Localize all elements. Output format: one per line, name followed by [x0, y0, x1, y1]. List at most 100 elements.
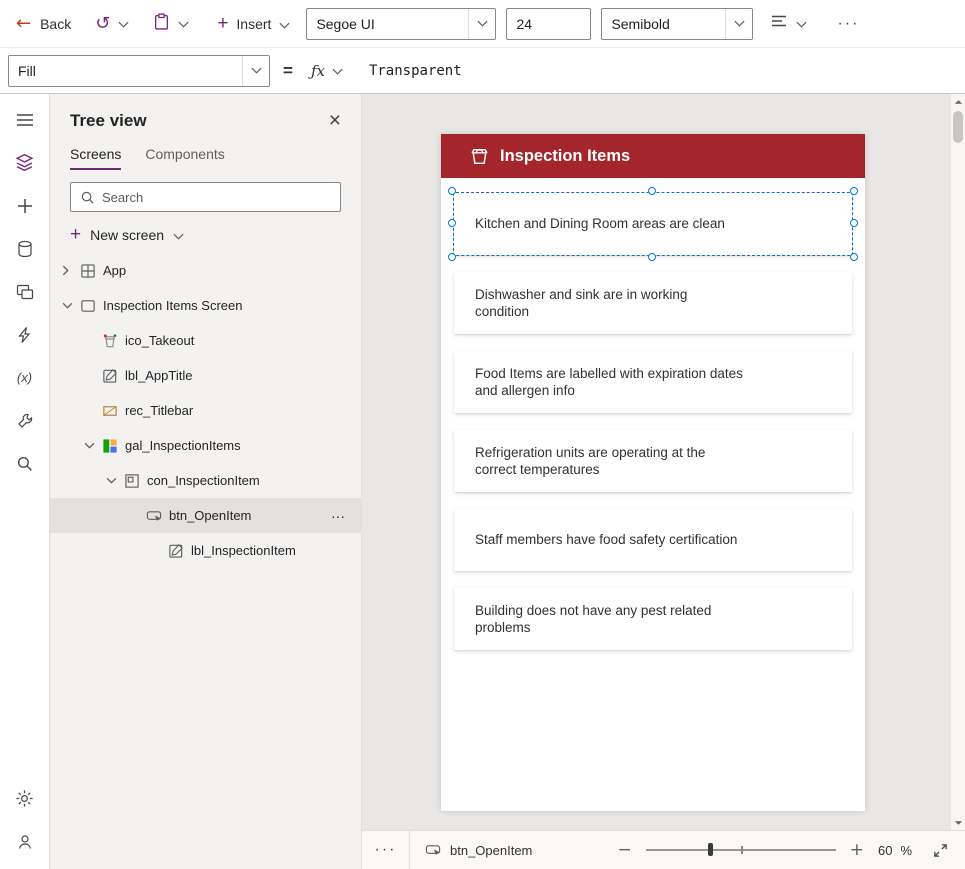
media-panel-button[interactable] [0, 270, 50, 313]
button-icon [146, 508, 169, 524]
tree-item-inspection-items-screen[interactable]: Inspection Items Screen [50, 288, 361, 323]
undo-icon[interactable]: ↺ [95, 14, 110, 33]
tree-item-more-button[interactable]: ··· [331, 508, 345, 524]
tree-view-button[interactable] [0, 141, 50, 184]
tree-item-ico-takeout[interactable]: ico_Takeout [50, 323, 361, 358]
expand-icon [934, 843, 947, 857]
selection-handle[interactable] [448, 253, 456, 261]
scroll-up-icon[interactable] [951, 94, 965, 109]
tab-components[interactable]: Components [145, 146, 224, 170]
zoom-slider-center-tick [740, 846, 743, 854]
property-dropdown[interactable]: Fill [8, 54, 270, 87]
app-screen-preview: Inspection Items Kitchen and Dining Room… [441, 134, 865, 811]
property-chevron-icon [242, 55, 269, 86]
scrollbar-thumb[interactable] [953, 111, 963, 143]
font-weight-dropdown[interactable]: Semibold [601, 7, 754, 40]
power-automate-button[interactable] [0, 313, 50, 356]
paste-icon[interactable] [153, 12, 170, 35]
fx-button[interactable]: ƒx [311, 62, 343, 80]
text-align-chevron-icon [796, 15, 807, 33]
selection-handle[interactable] [850, 219, 858, 227]
back-button[interactable]: ← Back [16, 14, 71, 33]
gallery-item-card-selected[interactable]: Kitchen and Dining Room areas are clean [448, 187, 858, 261]
chevron-right-icon[interactable] [62, 265, 80, 276]
selection-handle[interactable] [850, 187, 858, 195]
toolbar-more-button[interactable]: ··· [837, 15, 859, 33]
gallery-item-card[interactable]: Food Items are labelled with expiration … [454, 351, 852, 413]
app-titlebar[interactable]: Inspection Items [441, 134, 865, 178]
tree-search-box[interactable] [70, 182, 341, 212]
close-panel-icon[interactable]: × [329, 110, 341, 131]
design-canvas[interactable]: Inspection Items Kitchen and Dining Room… [362, 94, 950, 830]
zoom-in-button[interactable]: + [850, 840, 864, 860]
tree-item-btn-openitem[interactable]: btn_OpenItem ··· [50, 498, 361, 533]
gallery-item-card[interactable]: Staff members have food safety certifica… [454, 509, 852, 571]
selected-control-name: btn_OpenItem [450, 842, 533, 858]
search-icon [81, 191, 94, 204]
text-align-split-button[interactable] [771, 14, 807, 33]
inspection-item-text: Staff members have food safety certifica… [475, 532, 738, 548]
statusbar-more-button[interactable]: ··· [362, 831, 410, 869]
hamburger-icon [16, 113, 33, 126]
font-size-input[interactable] [506, 7, 592, 40]
tree-item-lbl-inspectionitem[interactable]: lbl_InspectionItem [50, 533, 361, 568]
selected-control-indicator[interactable]: btn_OpenItem [425, 842, 532, 858]
tree-item-label: btn_OpenItem [169, 508, 252, 523]
insert-dropdown-chevron-icon [279, 16, 290, 32]
rectangle-icon [102, 403, 125, 419]
insert-button[interactable]: + Insert [217, 14, 290, 33]
tree-item-gal-inspectionitems[interactable]: gal_InspectionItems [50, 428, 361, 463]
undo-split-button: ↺ [95, 14, 129, 33]
canvas-scrollbar[interactable] [950, 94, 965, 830]
chevron-down-icon[interactable] [106, 477, 124, 484]
font-family-dropdown[interactable]: Segoe UI [306, 7, 497, 40]
tree-item-lbl-apptitle[interactable]: lbl_AppTitle [50, 358, 361, 393]
data-panel-button[interactable] [0, 227, 50, 270]
tree-item-label: Inspection Items Screen [103, 298, 243, 313]
fx-icon: ƒx [310, 61, 325, 80]
scroll-down-icon[interactable] [951, 815, 965, 830]
chevron-down-icon[interactable] [62, 302, 80, 309]
fullscreen-button[interactable] [933, 843, 948, 858]
tree-item-rec-titlebar[interactable]: rec_Titlebar [50, 393, 361, 428]
tree-item-label: lbl_AppTitle [125, 368, 193, 383]
selection-handle[interactable] [448, 187, 456, 195]
selection-handle[interactable] [448, 219, 456, 227]
tree-item-con-inspectionitem[interactable]: con_InspectionItem [50, 463, 361, 498]
chevron-down-icon[interactable] [84, 442, 102, 449]
undo-dropdown-chevron-icon[interactable] [118, 15, 129, 33]
status-bar: ··· btn_OpenItem − + 60 % [362, 830, 965, 869]
database-icon [17, 240, 32, 257]
zoom-unit: % [900, 842, 912, 858]
gallery-item-card[interactable]: Refrigeration units are operating at the… [454, 430, 852, 492]
app-checker-button[interactable] [0, 820, 50, 863]
selection-handle[interactable] [850, 253, 858, 261]
paste-dropdown-chevron-icon[interactable] [178, 15, 189, 33]
selection-handle[interactable] [648, 253, 656, 261]
zoom-slider[interactable] [645, 843, 836, 857]
tree-view-panel: Tree view × Screens Components + New scr… [50, 94, 362, 869]
gallery-item-card[interactable]: Dishwasher and sink are in working condi… [454, 272, 852, 334]
menu-button[interactable] [0, 98, 50, 141]
new-screen-label: New screen [90, 226, 165, 243]
insert-panel-button[interactable] [0, 184, 50, 227]
zoom-slider-handle[interactable] [708, 843, 714, 856]
selection-handle[interactable] [648, 187, 656, 195]
variables-icon: (x) [16, 370, 33, 385]
tab-screens[interactable]: Screens [70, 146, 122, 170]
gallery-item-card[interactable]: Building does not have any pest related … [454, 588, 852, 650]
advanced-tools-button[interactable] [0, 399, 50, 442]
tree-search-input[interactable] [102, 189, 331, 205]
wrench-icon [17, 413, 32, 428]
search-panel-button[interactable] [0, 442, 50, 485]
takeout-icon [471, 148, 488, 164]
inspection-item-text: Food Items are labelled with expiration … [475, 365, 743, 399]
variables-button[interactable]: (x) [0, 356, 50, 399]
settings-button[interactable] [0, 777, 50, 820]
tree-item-app[interactable]: App [50, 253, 361, 288]
zoom-out-button[interactable]: − [617, 840, 631, 860]
new-screen-button[interactable]: + New screen [70, 225, 341, 244]
font-family-value: Segoe UI [316, 15, 375, 32]
formula-input[interactable]: Transparent [369, 63, 462, 79]
app-icon [80, 263, 103, 279]
